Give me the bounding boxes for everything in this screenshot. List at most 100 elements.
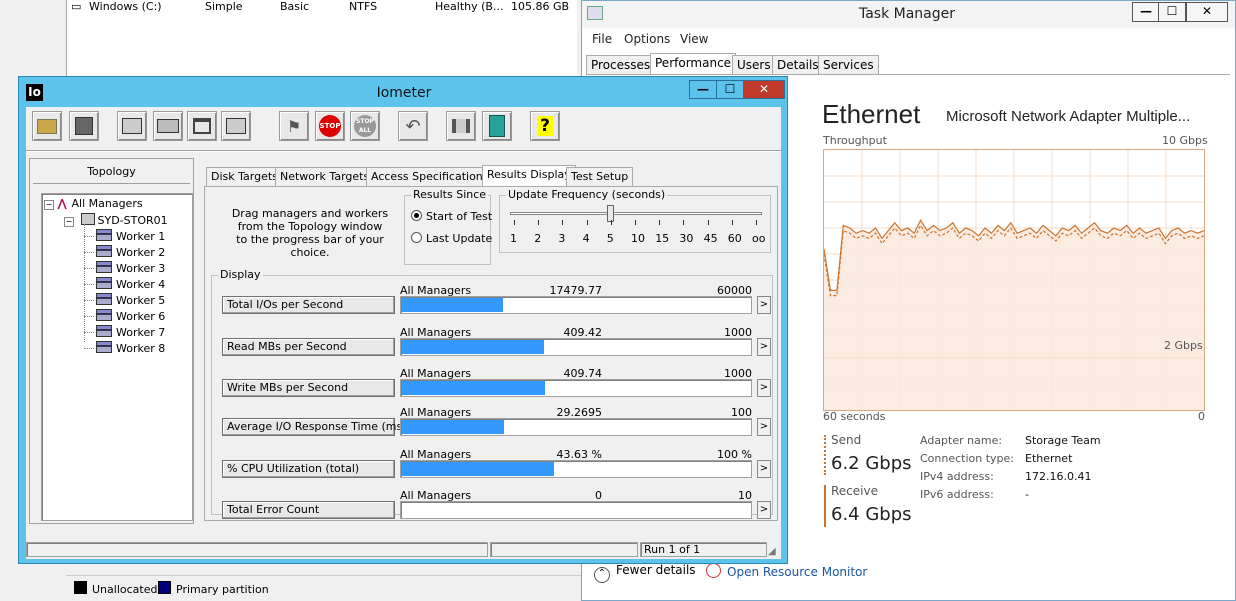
tree-connector <box>84 316 94 317</box>
metric-progress-bar[interactable] <box>400 418 752 436</box>
tab-details[interactable]: Details <box>772 55 824 75</box>
tree-worker[interactable]: Worker 4 <box>84 277 165 291</box>
maximize-button[interactable]: ☐ <box>1158 2 1186 22</box>
metric-expand-button[interactable]: > <box>757 501 771 519</box>
send-value: 6.2 Gbps <box>831 453 912 474</box>
metric-expand-button[interactable]: > <box>757 338 771 356</box>
topology-tree: − ⋀ All Managers − SYD-STOR01 Worker 1 Wor… <box>41 193 193 521</box>
volume-row[interactable]: ▭ Windows (C:) Simple Basic NTFS Healthy… <box>67 0 577 14</box>
tab-services[interactable]: Services <box>818 55 879 75</box>
disconnect-manager-button[interactable] <box>446 111 476 141</box>
worker-icon <box>96 245 112 257</box>
receive-indicator <box>824 485 826 527</box>
radio-last-update[interactable]: Last Update <box>411 232 492 245</box>
frequency-tick-mark <box>610 220 612 225</box>
frequency-tick-mark <box>683 220 685 225</box>
iometer-maximize-button[interactable]: ☐ <box>716 80 744 99</box>
stop-button[interactable]: STOP <box>315 111 345 141</box>
metric-expand-button[interactable]: > <box>757 460 771 478</box>
iometer-close-button[interactable]: ✕ <box>743 80 785 99</box>
tree-worker[interactable]: Worker 3 <box>84 261 165 275</box>
tree-worker[interactable]: Worker 7 <box>84 325 165 339</box>
tab-disk-targets[interactable]: Disk Targets <box>206 167 283 186</box>
open-resource-monitor-link[interactable]: Open Resource Monitor <box>706 563 867 579</box>
metric-select-button[interactable]: Total Error Count <box>222 501 395 519</box>
menu-options[interactable]: Options <box>624 32 670 46</box>
tree-root[interactable]: − ⋀ All Managers <box>44 197 143 210</box>
frequency-slider-track[interactable] <box>510 212 762 215</box>
metric-progress-fill <box>402 462 554 476</box>
title-bar[interactable]: Task Manager — ☐ ✕ <box>582 1 1235 28</box>
metric-select-button[interactable]: Total I/Os per Second <box>222 296 395 314</box>
tab-processes[interactable]: Processes <box>586 55 656 75</box>
tree-worker[interactable]: Worker 8 <box>84 341 165 355</box>
results-since-group: Results Since Start of Test Last Update <box>404 188 492 265</box>
metric-select-button[interactable]: Write MBs per Second <box>222 379 395 397</box>
tree-manager[interactable]: − SYD-STOR01 <box>64 213 168 227</box>
update-frequency-group: Update Frequency (seconds) 1 2 3 4 5 10 15 30 45… <box>499 188 771 253</box>
menu-view[interactable]: View <box>680 32 708 46</box>
fewer-details-link[interactable]: ⌃ Fewer details <box>594 563 696 583</box>
frequency-tick-label: 3 <box>558 232 566 245</box>
open-config-button[interactable] <box>32 111 62 141</box>
worker-icon <box>96 341 112 353</box>
iometer-tab-strip: Disk Targets Network Targets Access Spec… <box>204 165 778 187</box>
worker-icon <box>96 277 112 289</box>
tab-network-targets[interactable]: Network Targets <box>275 167 375 186</box>
close-button[interactable]: ✕ <box>1186 2 1228 22</box>
tree-worker[interactable]: Worker 1 <box>84 229 165 243</box>
metric-progress-bar[interactable] <box>400 379 752 397</box>
topology-label: Topology <box>87 165 136 178</box>
update-frequency-title: Update Frequency (seconds) <box>506 188 668 201</box>
metric-progress-bar[interactable] <box>400 460 752 478</box>
metric-select-button[interactable]: Read MBs per Second <box>222 338 395 356</box>
metric-progress-bar[interactable] <box>400 296 752 314</box>
metric-expand-button[interactable]: > <box>757 296 771 314</box>
start-network-worker-button[interactable] <box>187 111 217 141</box>
start-disk-worker-button[interactable] <box>153 111 183 141</box>
metric-expand-button[interactable]: > <box>757 379 771 397</box>
metric-progress-bar[interactable] <box>400 338 752 356</box>
frequency-tick-label: 4 <box>582 232 590 245</box>
metric-select-button[interactable]: % CPU Utilization (total) <box>222 460 395 478</box>
resize-grip-icon[interactable]: ◢ <box>768 546 776 557</box>
ipv6-key: IPv6 address: <box>920 488 994 501</box>
tree-worker[interactable]: Worker 5 <box>84 293 165 307</box>
drag-instructions: Drag managers and workers from the Topol… <box>231 207 389 259</box>
tab-access-specifications[interactable]: Access Specifications <box>366 167 494 186</box>
start-tests-button[interactable]: ⚑ <box>279 111 309 141</box>
radio-start-of-test[interactable]: Start of Test <box>411 210 492 223</box>
display-title: Display <box>218 268 263 281</box>
metric-expand-button[interactable]: > <box>757 418 771 436</box>
metric-progress-bar[interactable] <box>400 501 752 519</box>
tab-users[interactable]: Users <box>732 55 776 75</box>
save-config-button[interactable] <box>69 111 99 141</box>
frequency-tick-mark <box>659 220 661 225</box>
exit-button[interactable] <box>482 111 512 141</box>
help-button[interactable]: ? <box>530 111 560 141</box>
iometer-title-bar[interactable]: Io Iometer — ☐ ✕ <box>19 77 787 107</box>
tree-worker[interactable]: Worker 2 <box>84 245 165 259</box>
max-throughput-label: 10 Gbps <box>1162 134 1208 147</box>
metric-select-button[interactable]: Average I/O Response Time (ms) <box>222 418 407 436</box>
tree-connector <box>84 348 94 349</box>
toolbar-divider <box>26 150 781 152</box>
menu-file[interactable]: File <box>592 32 612 46</box>
collapse-icon: − <box>64 217 74 227</box>
resource-monitor-icon <box>706 563 721 578</box>
tab-test-setup[interactable]: Test Setup <box>566 167 634 186</box>
stop-all-button[interactable]: STOP ALL <box>350 111 380 141</box>
metric-progress-fill <box>402 420 504 434</box>
reset-workers-button[interactable]: ↶ <box>398 111 428 141</box>
stop-sign-icon: STOP <box>319 115 341 137</box>
frequency-tick-mark <box>562 220 564 225</box>
tab-performance[interactable]: Performance <box>650 53 737 75</box>
tab-results-display[interactable]: Results Display <box>482 165 576 186</box>
tree-worker[interactable]: Worker 6 <box>84 309 165 323</box>
minimize-button[interactable]: — <box>1132 2 1160 22</box>
iometer-minimize-button[interactable]: — <box>689 80 717 99</box>
computer-icon <box>122 118 142 134</box>
start-new-manager-button[interactable] <box>117 111 147 141</box>
frequency-tick-label: 60 <box>727 232 742 245</box>
duplicate-worker-button[interactable] <box>221 111 251 141</box>
